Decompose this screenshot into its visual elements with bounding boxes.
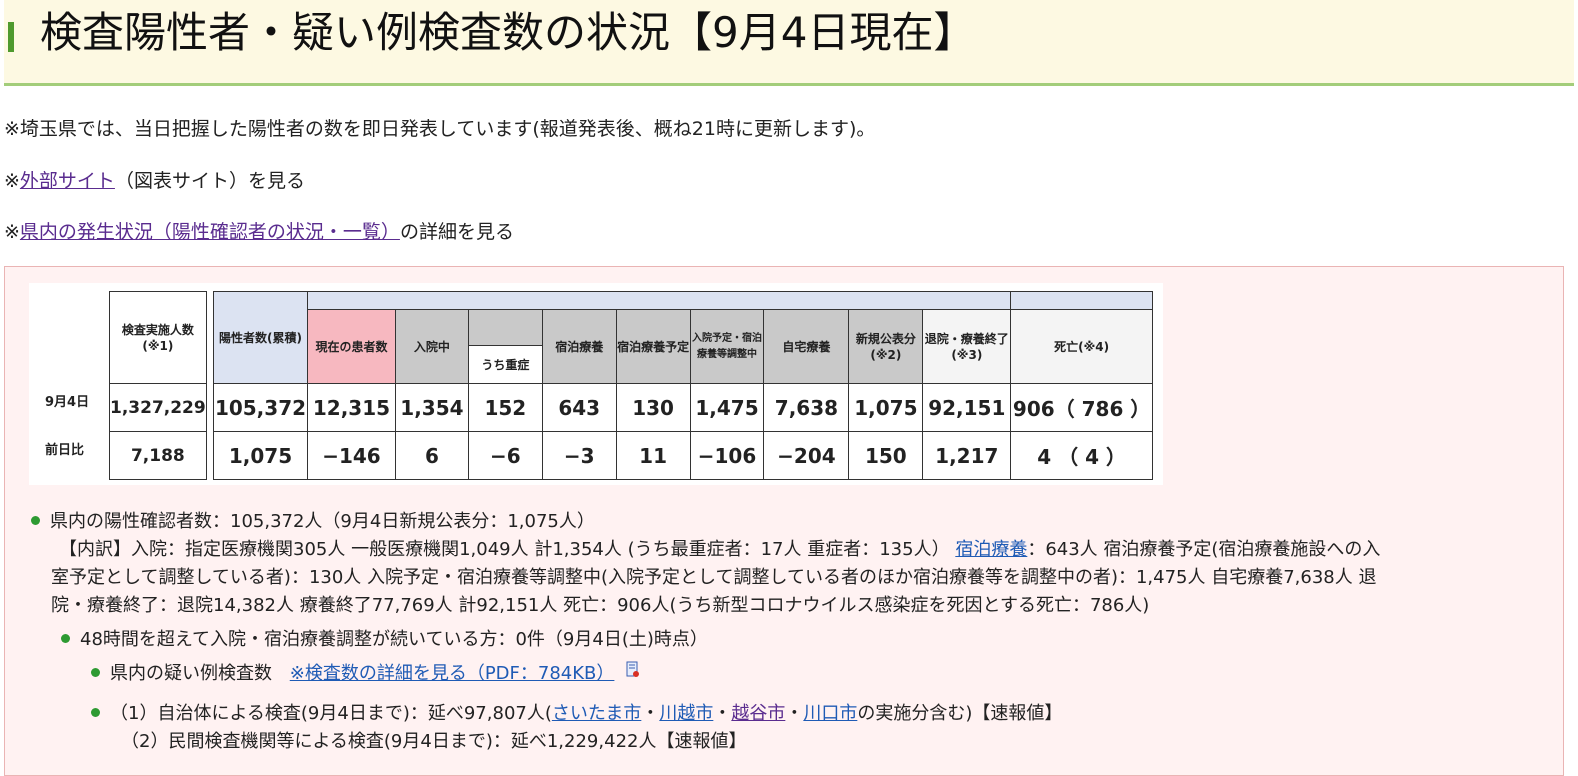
row-label-diff: 前日比 <box>45 443 85 458</box>
cell-recovered-diff: 1,217 <box>922 431 1012 480</box>
detail-line-3: 院・療養終了：退院14,382人 療養終了77,769人 計92,151人 死亡… <box>51 593 1149 619</box>
row-label-today: 9月4日 <box>45 395 90 410</box>
test-details-pdf-link[interactable]: ※検査数の詳細を見る（PDF：784KB） <box>290 663 615 684</box>
header-severe: うち重症 <box>467 345 543 384</box>
header-top-band-right <box>1010 291 1153 310</box>
list-item-positive-total: 県内の陽性確認者数：105,372人（9月4日新規公表分：1,075人） <box>31 509 595 535</box>
detail-text-a: 【内訳】入院：指定医療機関305人 一般医療機関1,049人 計1,354人 (… <box>59 539 950 560</box>
cell-hospitalized-diff: 6 <box>394 431 469 480</box>
cell-severe-diff: −6 <box>467 431 543 480</box>
cell-current-diff: −146 <box>306 431 396 480</box>
cell-current-today: 12,315 <box>306 383 396 432</box>
detail-line-2: 室予定として調整している者)：130人 入院予定・宿泊療養等調整中(入院予定とし… <box>51 565 1376 591</box>
page-title: 検査陽性者・疑い例検査数の状況【9月4日現在】 <box>40 8 976 57</box>
header-home: 自宅療養 <box>763 309 850 384</box>
saitama-city-link[interactable]: さいたま市 <box>552 703 641 724</box>
separator: ・ <box>641 703 660 724</box>
external-site-link[interactable]: 外部サイト <box>20 170 115 192</box>
kawagoe-city-link[interactable]: 川越市 <box>659 703 713 724</box>
list-item-suspected-tests: 県内の疑い例検査数 ※検査数の詳細を見る（PDF：784KB） <box>91 661 640 687</box>
waiting-48h-text: 48時間を超えて入院・宿泊療養調整が続いている方：0件（9月4日(土)時点） <box>80 629 708 650</box>
header-recovered: 退院・療養終了(※3) <box>922 309 1012 384</box>
header-tested: 検査実施人数(※1) <box>109 291 207 384</box>
note-update-info: ※埼玉県では、当日把握した陽性者の数を即日発表しています(報道発表後、概ね21時… <box>4 116 875 142</box>
note-update-text: ※埼玉県では、当日把握した陽性者の数を即日発表しています(報道発表後、概ね21時… <box>4 118 876 140</box>
main-stats-table: 陽性者数(累積) 現在の患者数 入院中 宿泊療養 宿泊療養予定 入院予定・宿泊療… <box>213 291 1153 480</box>
cell-hotel-today: 643 <box>541 383 617 432</box>
positive-total-text: 県内の陽性確認者数：105,372人（9月4日新規公表分：1,075人） <box>50 511 595 532</box>
header-new: 新規公表分(※2) <box>848 309 924 384</box>
list-item-48h: 48時間を超えて入院・宿泊療養調整が続いている方：0件（9月4日(土)時点） <box>61 627 708 653</box>
header-deaths: 死亡(※4) <box>1010 309 1153 384</box>
cell-positive-diff: 1,075 <box>213 431 308 480</box>
bullet-icon <box>91 707 100 717</box>
cell-deaths-diff: 4 （ 4 ） <box>1010 431 1153 480</box>
header-top-band <box>306 291 1012 310</box>
municipal-tests-text: （1）自治体による検査(9月4日まで)：延べ97,807人( <box>110 703 552 724</box>
header-hotel: 宿泊療養 <box>541 309 617 384</box>
cell-home-today: 7,638 <box>763 383 850 432</box>
cell-adjusting-diff: −106 <box>689 431 765 480</box>
cell-adjusting-today: 1,475 <box>689 383 765 432</box>
hotel-recuperation-link[interactable]: 宿泊療養 <box>955 539 1027 560</box>
cell-hospitalized-today: 1,354 <box>394 383 469 432</box>
cell-new-today: 1,075 <box>848 383 924 432</box>
cell-hotel-diff: −3 <box>541 431 617 480</box>
note-outbreak-status: ※県内の発生状況（陽性確認者の状況・一覧）の詳細を見る <box>4 219 514 245</box>
cell-severe-today: 152 <box>467 383 543 432</box>
page-header: 検査陽性者・疑い例検査数の状況【9月4日現在】 <box>4 0 1574 86</box>
stats-panel: 9月4日 前日比 検査実施人数(※1) 1,327,229 7,188 陽性者数… <box>4 266 1564 776</box>
note-prefix: ※ <box>4 170 20 192</box>
bullet-icon <box>91 667 100 677</box>
cell-new-diff: 150 <box>848 431 924 480</box>
note-external-site: ※外部サイト（図表サイト）を見る <box>4 168 305 194</box>
separator: ・ <box>713 703 732 724</box>
header-hospitalized: 入院中 <box>394 309 469 384</box>
detail-line-1: 【内訳】入院：指定医療機関305人 一般医療機関1,049人 計1,354人 (… <box>59 537 1380 563</box>
heading-accent-bar <box>8 22 14 52</box>
private-tests-text: （2）民間検査機関等による検査(9月4日まで)：延べ1,229,422人【速報値… <box>121 731 747 752</box>
header-current: 現在の患者数 <box>306 309 396 384</box>
cell-hotel-planned-today: 130 <box>615 383 691 432</box>
bullet-icon <box>31 515 40 525</box>
cell-tested-diff: 7,188 <box>109 431 207 480</box>
outbreak-status-link[interactable]: 県内の発生状況（陽性確認者の状況・一覧） <box>20 221 400 243</box>
cell-home-diff: −204 <box>763 431 850 480</box>
municipal-tests-suffix: の実施分含む)【速報値】 <box>857 703 1063 724</box>
suspected-tests-text: 県内の疑い例検査数 <box>110 663 272 684</box>
bullet-icon <box>61 633 70 643</box>
note-outbreak-suffix: の詳細を見る <box>399 221 514 243</box>
detail-text-c: 室予定として調整している者)：130人 入院予定・宿泊療養等調整中(入院予定とし… <box>51 567 1377 588</box>
header-adjusting: 入院予定・宿泊療養等調整中 <box>689 309 765 384</box>
list-item-private-tests: （2）民間検査機関等による検査(9月4日まで)：延べ1,229,422人【速報値… <box>121 729 746 755</box>
detail-text-b: ：643人 宿泊療養予定(宿泊療養施設への入 <box>1027 539 1381 560</box>
cell-recovered-today: 92,151 <box>922 383 1012 432</box>
list-item-municipal-tests: （1）自治体による検査(9月4日まで)：延べ97,807人(さいたま市・川越市・… <box>91 701 1062 727</box>
kawaguchi-city-link[interactable]: 川口市 <box>803 703 857 724</box>
tested-table: 検査実施人数(※1) 1,327,229 7,188 <box>109 291 207 480</box>
detail-text-d: 院・療養終了：退院14,382人 療養終了77,769人 計92,151人 死亡… <box>51 595 1150 616</box>
cell-tested-today: 1,327,229 <box>109 383 207 432</box>
cell-positive-today: 105,372 <box>213 383 308 432</box>
separator: ・ <box>785 703 804 724</box>
cell-hotel-planned-diff: 11 <box>615 431 691 480</box>
header-positive: 陽性者数(累積) <box>213 291 308 384</box>
koshigaya-city-link[interactable]: 越谷市 <box>731 703 785 724</box>
header-severe-top <box>467 309 543 346</box>
header-hotel-planned: 宿泊療養予定 <box>615 309 691 384</box>
note-prefix: ※ <box>4 221 20 243</box>
note-external-suffix: （図表サイト）を見る <box>114 170 305 192</box>
cell-deaths-today: 906（ 786 ） <box>1010 383 1153 432</box>
stats-table-image: 9月4日 前日比 検査実施人数(※1) 1,327,229 7,188 陽性者数… <box>29 283 1163 485</box>
pdf-file-icon[interactable] <box>626 661 640 679</box>
